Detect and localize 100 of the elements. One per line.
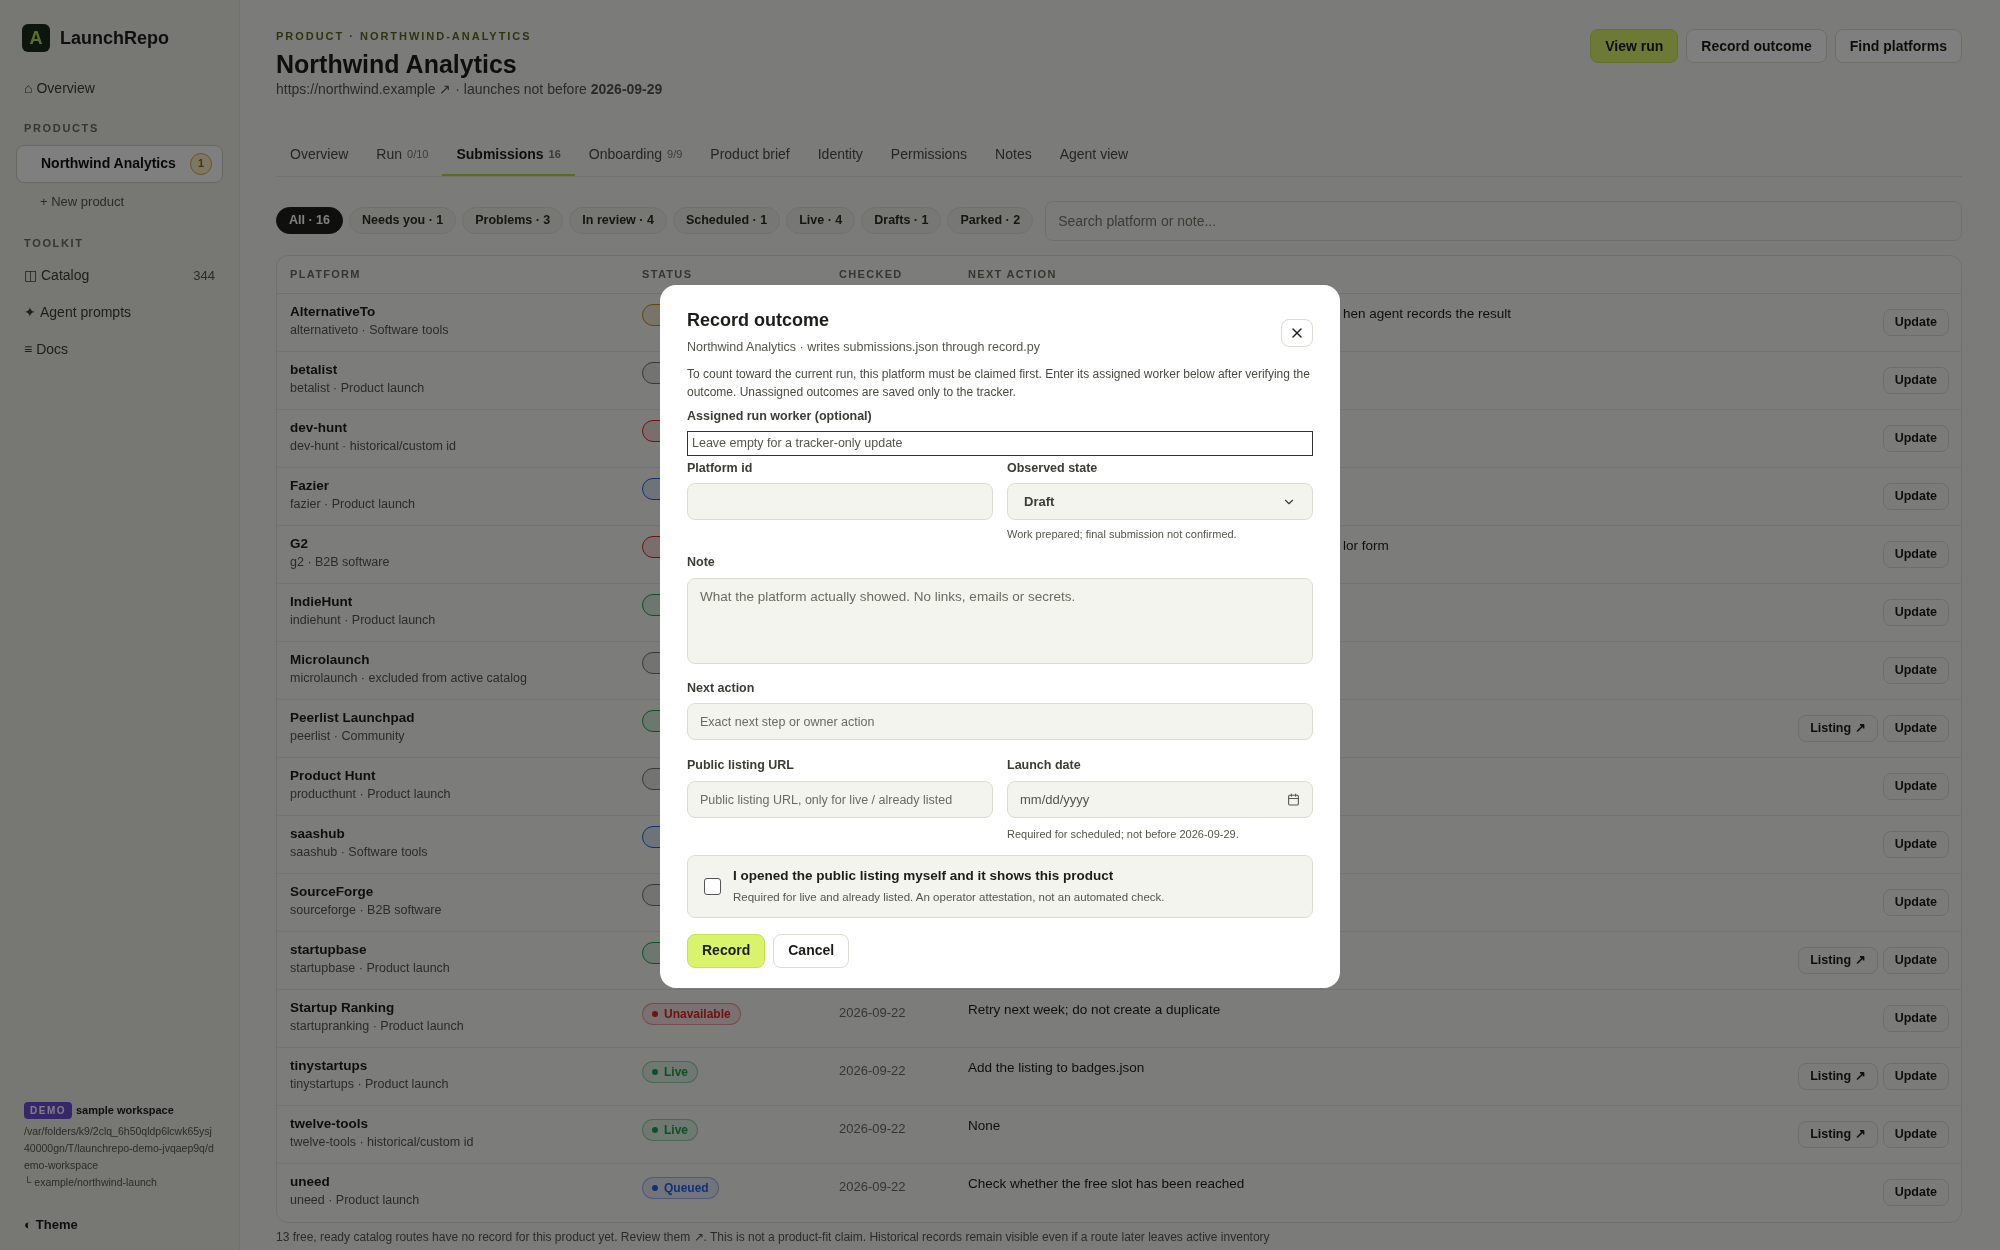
row-action-button[interactable]: Update: [1882, 366, 1949, 394]
row-action-button[interactable]: Listing ↗: [1798, 714, 1878, 742]
new-product-link[interactable]: + New product: [16, 186, 223, 217]
attestation-help: Required for live and already listed. An operator attestation, not an automated check.: [733, 889, 1165, 905]
breadcrumb: PRODUCT · NORTHWIND-ANALYTICS: [276, 29, 533, 44]
next-action: None: [968, 1117, 1001, 1133]
tab[interactable]: Product brief: [696, 135, 804, 176]
next-action: lor form: [1343, 537, 1389, 553]
launch-date-field[interactable]: mm/dd/yyyy: [1007, 781, 1313, 818]
calendar-icon: [1287, 793, 1300, 806]
row-action-button[interactable]: Update: [1882, 830, 1949, 858]
product-link[interactable]: https://northwind.example ↗: [276, 78, 452, 100]
dialog-title: Record outcome: [687, 309, 831, 332]
tab[interactable]: Permissions: [876, 135, 982, 176]
row-action-button[interactable]: Update: [1882, 714, 1949, 742]
column-header: NEXT ACTION: [968, 266, 1057, 282]
platform-name: Product Hunt: [290, 766, 377, 785]
worker-field[interactable]: Leave empty for a tracker-only update: [687, 430, 1313, 456]
platform-meta: indiehunt · Product launch: [290, 611, 437, 629]
filter-chip[interactable]: Scheduled · 1: [672, 207, 781, 234]
platform-meta: startupbase · Product launch: [290, 959, 451, 977]
platform-name: Startup Ranking: [290, 998, 396, 1017]
row-action-button[interactable]: Listing ↗: [1798, 1062, 1878, 1090]
next-action: hen agent records the result: [1343, 305, 1512, 321]
row-action-button[interactable]: Update: [1882, 424, 1949, 452]
platform-meta: fazier · Product launch: [290, 495, 417, 513]
state-select[interactable]: Draft: [1007, 483, 1313, 521]
row-action-button[interactable]: Update: [1882, 540, 1949, 568]
platform-name: SourceForge: [290, 882, 375, 901]
row-action-button[interactable]: Update: [1882, 482, 1949, 510]
nav-item[interactable]: ◫ Catalog 344: [16, 257, 223, 294]
search-field[interactable]: Search platform or note...: [1045, 200, 1962, 241]
row-action-button[interactable]: Update: [1882, 888, 1949, 916]
product-item[interactable]: Northwind Analytics 1: [16, 144, 223, 183]
platform-id-field[interactable]: [687, 483, 993, 521]
filter-chip[interactable]: In review · 4: [569, 207, 667, 234]
row-action-button[interactable]: Update: [1882, 1120, 1949, 1148]
secondary-button[interactable]: Record outcome: [1686, 29, 1827, 63]
field-help: Work prepared; final submission not confirmed.: [1007, 527, 1238, 543]
platform-name: Peerlist Launchpad: [290, 708, 416, 727]
tab[interactable]: Overview: [276, 135, 363, 176]
row-action-button[interactable]: Listing ↗: [1798, 946, 1878, 974]
filter-chip[interactable]: All · 16: [276, 207, 343, 234]
row-action-button[interactable]: Update: [1882, 946, 1949, 974]
logo-icon: A: [22, 24, 50, 52]
next-action: Check whether the free slot has been reached: [968, 1175, 1245, 1191]
page-title: Northwind Analytics: [276, 48, 518, 79]
close-button[interactable]: [1281, 319, 1313, 347]
filter-chip[interactable]: Parked · 2: [947, 207, 1034, 234]
checked-date: 2026-09-22: [839, 1062, 906, 1078]
platform-name: G2: [290, 534, 309, 553]
note-field[interactable]: What the platform actually showed. No links, emails or secrets.: [687, 577, 1313, 664]
field-label: Observed state: [1007, 459, 1099, 477]
theme-toggle[interactable]: ◐ Theme: [24, 1214, 215, 1234]
field-label: Assigned run worker (optional): [687, 407, 873, 425]
secondary-button[interactable]: Find platforms: [1834, 29, 1962, 63]
attestation-label: I opened the public listing myself and it shows this product: [733, 867, 1115, 886]
row-action-button[interactable]: Update: [1882, 1179, 1949, 1206]
checked-date: 2026-09-22: [839, 1178, 906, 1194]
filter-chip[interactable]: Problems · 3: [462, 207, 564, 234]
nav-item[interactable]: ✦ Agent prompts: [16, 294, 223, 331]
platform-name: Fazier: [290, 476, 331, 495]
row-action-button[interactable]: Update: [1882, 598, 1949, 626]
nav-item[interactable]: ≡ Docs: [16, 331, 223, 368]
field-label: Public listing URL: [687, 757, 795, 775]
tab[interactable]: Notes: [981, 135, 1046, 176]
footer-note: 13 free, ready catalog routes have no record for this product yet. Review them ↗. This is not a product-fit claim. Historical records remain visible even if a route later leaves active inventory: [276, 1228, 1271, 1245]
filter-chip[interactable]: Needs you · 1: [349, 207, 457, 234]
filter-chip[interactable]: Live · 4: [786, 207, 856, 234]
row-action-button[interactable]: Update: [1882, 772, 1949, 800]
next-action-field[interactable]: Exact next step or owner action: [687, 703, 1313, 741]
tab[interactable]: Identity: [803, 135, 877, 176]
tab[interactable]: Submissions 16: [442, 135, 575, 176]
platform-name: startupbase: [290, 940, 368, 959]
platform-meta: peerlist · Community: [290, 727, 406, 745]
row-action-button[interactable]: Update: [1882, 656, 1949, 684]
field-help: Required for scheduled; not before 2026-09-29.: [1007, 827, 1240, 842]
tab[interactable]: Agent view: [1045, 135, 1143, 176]
field-label: Next action: [687, 679, 756, 697]
primary-button[interactable]: View run: [1590, 29, 1679, 63]
platform-name: Microlaunch: [290, 650, 371, 669]
secondary-button[interactable]: Cancel: [773, 933, 850, 968]
platform-meta: saashub · Software tools: [290, 843, 429, 861]
row-action-button[interactable]: Update: [1882, 1004, 1949, 1032]
nav-item[interactable]: ⌂ Overview: [16, 72, 223, 104]
listing-url-field[interactable]: Public listing URL, only for live / already listed: [687, 781, 993, 818]
tab[interactable]: Run 0/10: [362, 135, 443, 176]
checkbox[interactable]: [704, 877, 721, 895]
platform-meta: microlaunch · excluded from active catalog: [290, 669, 528, 687]
primary-button[interactable]: Record: [687, 933, 766, 968]
filter-chip[interactable]: Drafts · 1: [861, 207, 942, 234]
platform-meta: betalist · Product launch: [290, 379, 426, 397]
repo-path: └ example/northwind-launch: [24, 1174, 158, 1190]
row-action-button[interactable]: Update: [1882, 1062, 1949, 1090]
column-header: STATUS: [642, 266, 693, 282]
field-label: Note: [687, 553, 716, 571]
column-header: PLATFORM: [289, 266, 361, 282]
tab[interactable]: Onboarding 9/9: [574, 135, 697, 176]
row-action-button[interactable]: Listing ↗: [1798, 1120, 1878, 1148]
row-action-button[interactable]: Update: [1882, 308, 1949, 336]
